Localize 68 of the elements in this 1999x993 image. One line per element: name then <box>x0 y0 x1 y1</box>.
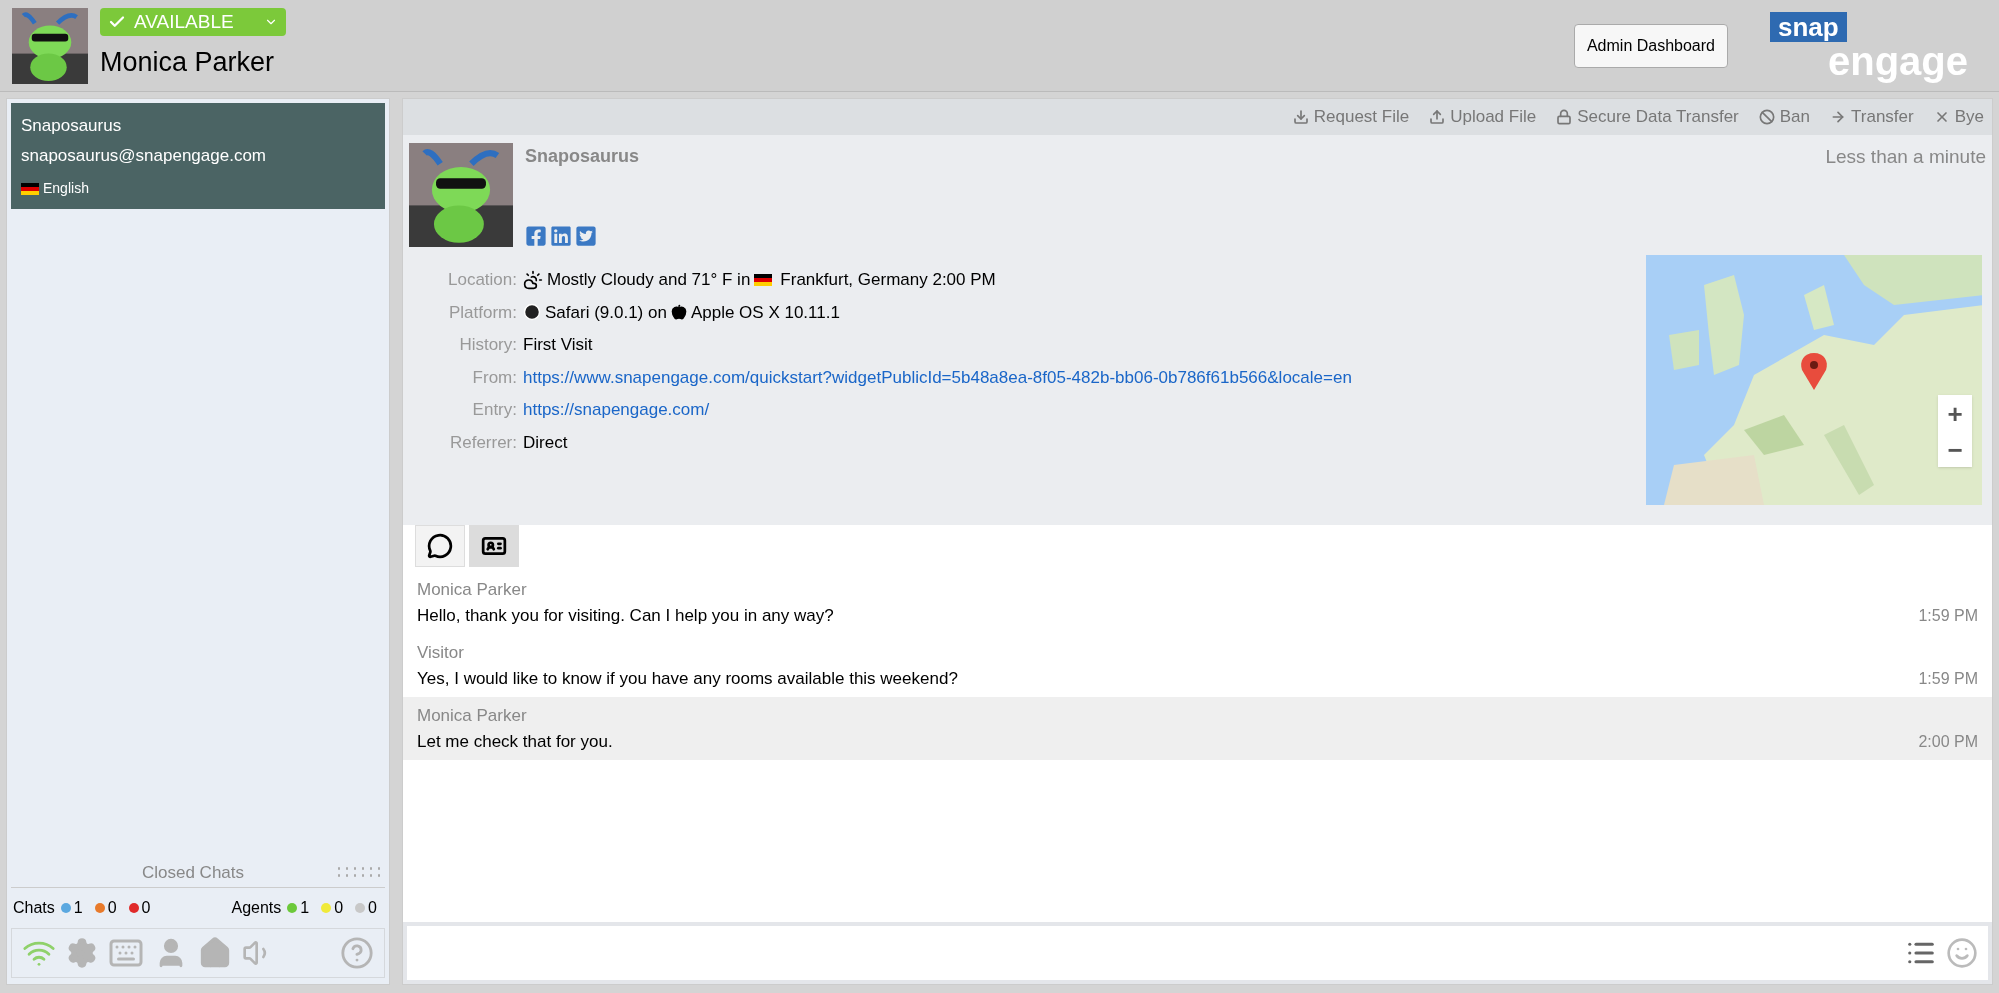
message-text: Let me check that for you. <box>417 730 614 753</box>
zoom-in-button[interactable]: + <box>1938 395 1972 431</box>
language: English <box>43 179 89 198</box>
chat-item[interactable]: Snaposaurus snaposaurus@snapengage.com English <box>11 103 385 209</box>
flag-icon <box>754 273 773 286</box>
count: 0 <box>141 898 151 918</box>
detail-value: Apple OS X 10.11.1 <box>690 301 840 324</box>
url-link[interactable]: https://snapengage.com/ <box>523 397 710 423</box>
count: 1 <box>73 898 83 918</box>
message-time: 2:00 PM <box>1918 732 1978 752</box>
chat-duration: Less than a minute <box>1825 145 1986 169</box>
detail-value: First Visit <box>523 334 593 356</box>
detail-value: Frankfurt, Germany 2:00 PM <box>780 269 996 291</box>
detail-label: Platform: <box>447 301 517 324</box>
agent-name: Monica Parker <box>100 46 276 80</box>
message-text: Yes, I would like to know if you have any rooms available this weekend? <box>417 667 959 690</box>
visitor-name: Snaposaurus <box>525 145 641 168</box>
detail-label: Referrer: <box>448 431 517 454</box>
apple-icon <box>670 304 687 321</box>
message-input[interactable] <box>407 926 1988 980</box>
detail-label: From: <box>471 366 517 389</box>
detail-label: Location: <box>447 269 517 291</box>
zoom-out-button[interactable]: − <box>1938 431 1972 467</box>
weather-icon <box>523 269 543 290</box>
message-time: 1:59 PM <box>1918 669 1978 689</box>
toolbar-button[interactable]: Secure Data Transfer <box>1556 104 1739 130</box>
toolbar-button[interactable]: Transfer <box>1830 104 1914 130</box>
linkedin-icon[interactable] <box>550 225 572 247</box>
counter-label: Chats <box>13 898 55 918</box>
help-icon[interactable] <box>340 936 374 970</box>
detail-value: Direct <box>523 431 568 454</box>
smiley-icon[interactable] <box>1946 937 1978 969</box>
message-sender: Visitor <box>417 642 465 664</box>
closed-chats-label: Closed Chats <box>140 861 246 884</box>
upload-icon <box>1429 109 1446 125</box>
toolbar-button[interactable]: Bye <box>1933 104 1984 130</box>
message-time: 1:59 PM <box>1918 606 1978 626</box>
lock-icon <box>1556 109 1573 125</box>
admin-dashboard-button[interactable]: Admin Dashboard <box>1573 23 1728 68</box>
settings-icon[interactable] <box>66 937 98 969</box>
message-sender: Monica Parker <box>417 579 528 601</box>
toolbar-button[interactable]: Request File <box>1292 104 1410 130</box>
status-dropdown[interactable]: AVAILABLE <box>100 8 286 37</box>
url-link[interactable]: https://www.snapengage.com/quickstart?widgetPublicId=5b48a8ea-8f05-482b-bb06-0b786f61b566&locale=en <box>523 364 1352 390</box>
info-tab[interactable] <box>469 525 519 567</box>
detail-label: Entry: <box>471 399 517 421</box>
visitor-name: Snaposaurus <box>21 115 123 137</box>
speech-bubble-icon <box>427 533 453 559</box>
ban-icon <box>1758 109 1775 125</box>
message-sender: Monica Parker <box>417 705 528 727</box>
count: 1 <box>300 898 310 918</box>
flag-icon <box>21 182 39 195</box>
toolbar-button[interactable]: Upload File <box>1429 104 1537 130</box>
count: 0 <box>368 898 377 918</box>
twitter-icon[interactable] <box>575 225 597 247</box>
detail-label: History: <box>458 334 517 356</box>
facebook-icon[interactable] <box>525 225 547 247</box>
counter-label: Agents <box>231 898 282 918</box>
count: 0 <box>334 898 344 918</box>
count: 0 <box>107 898 117 918</box>
toolbar-button[interactable]: Ban <box>1758 104 1811 130</box>
download-icon <box>1292 109 1309 125</box>
message-text: Hello, thank you for visiting. Can I help you in any way? <box>417 604 835 627</box>
visitor-email: snaposaurus@snapengage.com <box>21 144 268 167</box>
detail-value: Safari (9.0.1) on <box>545 301 667 324</box>
home-icon[interactable] <box>198 936 232 970</box>
detail-value: Mostly Cloudy and 71° F in <box>547 269 751 291</box>
chat-tab[interactable] <box>415 525 465 567</box>
